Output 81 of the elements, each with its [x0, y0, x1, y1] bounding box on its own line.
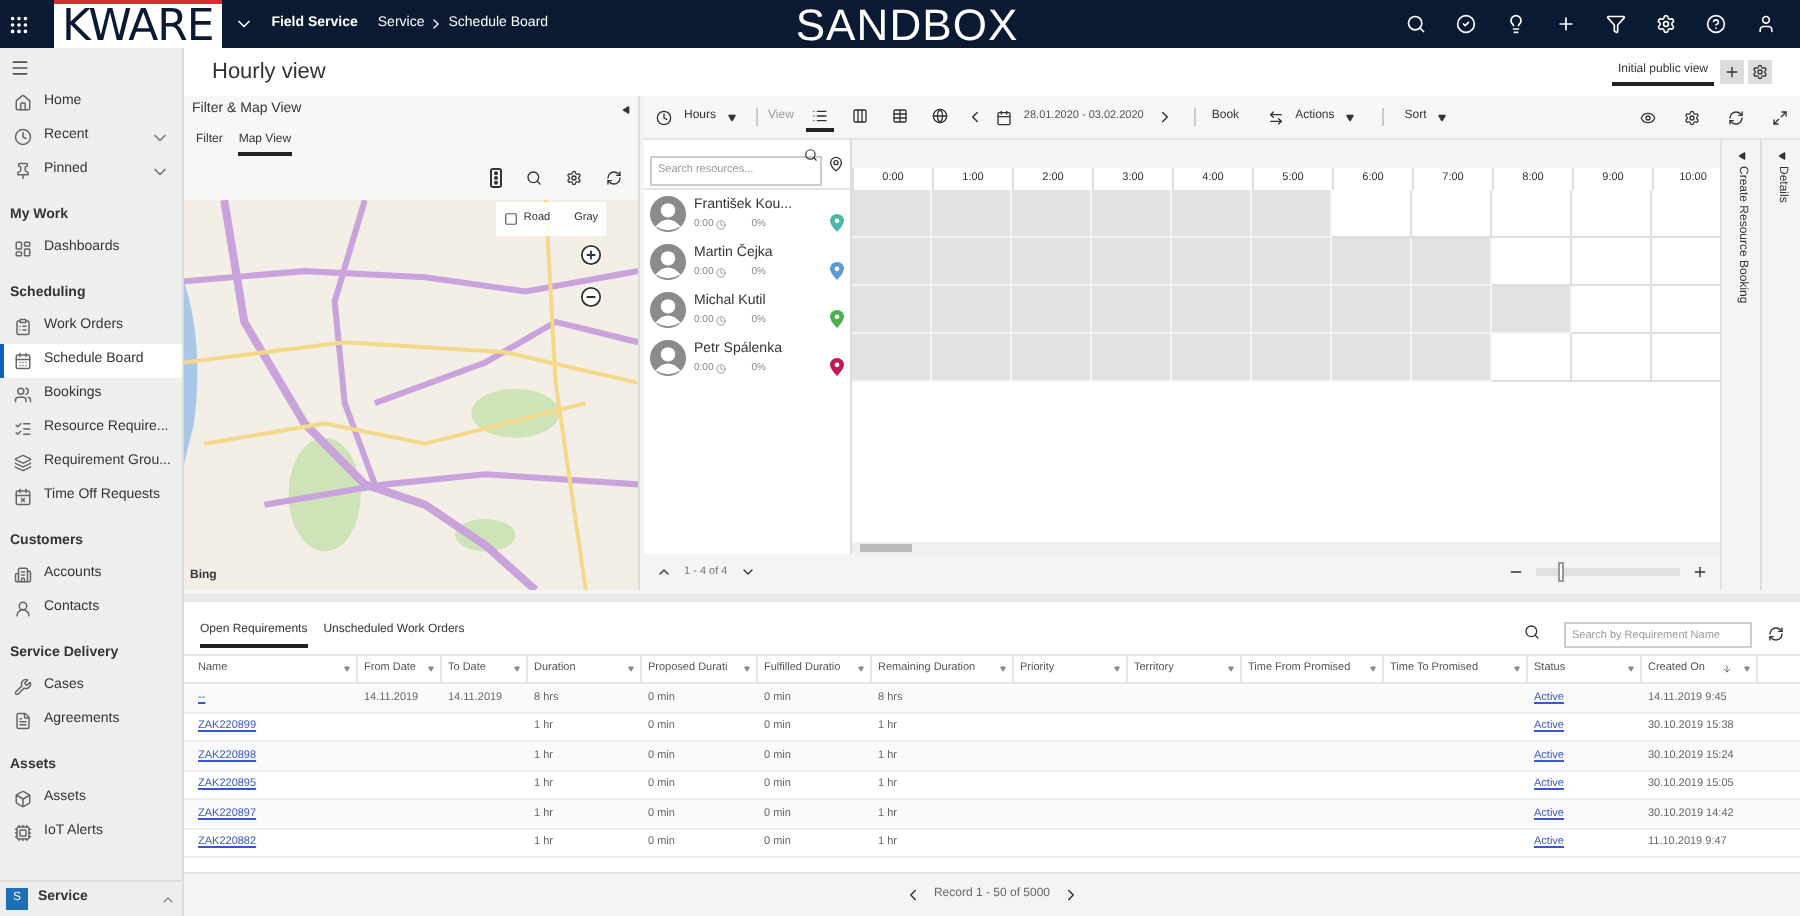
chip-icon — [14, 824, 32, 842]
clock-icon — [715, 363, 726, 374]
caret-icon — [1228, 666, 1234, 672]
clock-icon — [715, 219, 726, 230]
logo: KWARE — [54, 0, 222, 48]
home-icon — [14, 94, 32, 112]
person-icon — [14, 600, 32, 618]
menu-icon[interactable] — [10, 58, 30, 78]
plus-icon[interactable] — [1556, 14, 1576, 34]
clock-icon — [715, 315, 726, 326]
clock-icon — [656, 109, 672, 125]
road-icon — [503, 212, 518, 226]
caret-icon — [514, 666, 520, 672]
caret-icon — [428, 666, 434, 672]
collapse-icon[interactable] — [622, 106, 630, 114]
dashboard-icon — [14, 240, 32, 258]
app-launcher-icon[interactable] — [8, 13, 30, 35]
collapse-icon[interactable] — [1737, 152, 1745, 160]
table-icon — [891, 107, 908, 123]
caret-icon — [744, 666, 750, 672]
sort-icon — [1722, 664, 1732, 674]
refresh-icon[interactable] — [606, 170, 622, 186]
refresh-icon[interactable] — [1728, 109, 1744, 125]
caret-icon — [628, 666, 634, 672]
swap-icon — [1267, 109, 1284, 125]
task-icon[interactable] — [1456, 14, 1476, 34]
avatar-icon — [650, 340, 686, 376]
clock-icon — [715, 267, 726, 278]
globe-icon — [931, 107, 948, 123]
caret-icon[interactable] — [1346, 113, 1355, 121]
document-icon — [14, 712, 32, 730]
calendar-icon — [14, 488, 32, 506]
avatar-icon — [650, 196, 686, 232]
page-title: Hourly view — [212, 57, 328, 88]
map-pin-icon[interactable] — [828, 156, 844, 172]
expand-icon[interactable] — [1772, 109, 1788, 125]
caret-icon — [1744, 666, 1750, 672]
traffic-light-icon[interactable] — [490, 168, 502, 188]
settings-icon[interactable] — [1748, 60, 1772, 84]
calendar-icon — [14, 352, 32, 370]
checklist-icon — [14, 420, 32, 438]
search-icon[interactable] — [526, 170, 542, 186]
caret-icon[interactable] — [1438, 113, 1447, 121]
user-icon[interactable] — [1756, 14, 1776, 34]
chevron-down-icon[interactable] — [739, 564, 756, 580]
filter-icon[interactable] — [1606, 14, 1626, 34]
search-icon[interactable] — [804, 148, 818, 162]
avatar-icon — [650, 292, 686, 328]
pin-icon — [14, 162, 32, 180]
caret-icon — [1628, 666, 1634, 672]
caret-icon — [1514, 666, 1520, 672]
clipboard-icon — [14, 318, 32, 336]
caret-icon — [1000, 666, 1006, 672]
list-icon — [811, 107, 828, 123]
environment-title: SANDBOX — [795, 0, 1019, 53]
help-icon[interactable] — [1706, 14, 1726, 34]
zoom-in-icon[interactable] — [1692, 564, 1708, 580]
eye-icon[interactable] — [1640, 109, 1656, 125]
wrench-icon — [14, 678, 32, 696]
collapse-icon[interactable] — [1777, 152, 1785, 160]
caret-icon — [344, 666, 350, 672]
map-pin-icon[interactable] — [830, 358, 844, 376]
building-icon — [14, 566, 32, 584]
chevron-up-icon[interactable] — [656, 564, 672, 580]
box-icon — [14, 790, 32, 808]
avatar-icon — [650, 244, 686, 280]
clock-icon — [14, 128, 32, 146]
search-icon[interactable] — [1524, 624, 1540, 640]
caret-icon — [1370, 666, 1376, 672]
settings-icon[interactable] — [566, 170, 582, 186]
calendar-icon[interactable] — [995, 109, 1012, 125]
scrollbar-thumb[interactable] — [860, 544, 912, 552]
refresh-icon[interactable] — [1768, 626, 1784, 642]
caret-icon — [858, 666, 864, 672]
settings-icon[interactable] — [1684, 109, 1700, 125]
caret-icon — [1114, 666, 1120, 672]
people-icon — [14, 386, 32, 404]
lightbulb-icon[interactable] — [1506, 14, 1526, 34]
columns-icon — [851, 107, 868, 123]
layers-icon — [14, 454, 32, 472]
caret-icon[interactable] — [728, 113, 737, 121]
